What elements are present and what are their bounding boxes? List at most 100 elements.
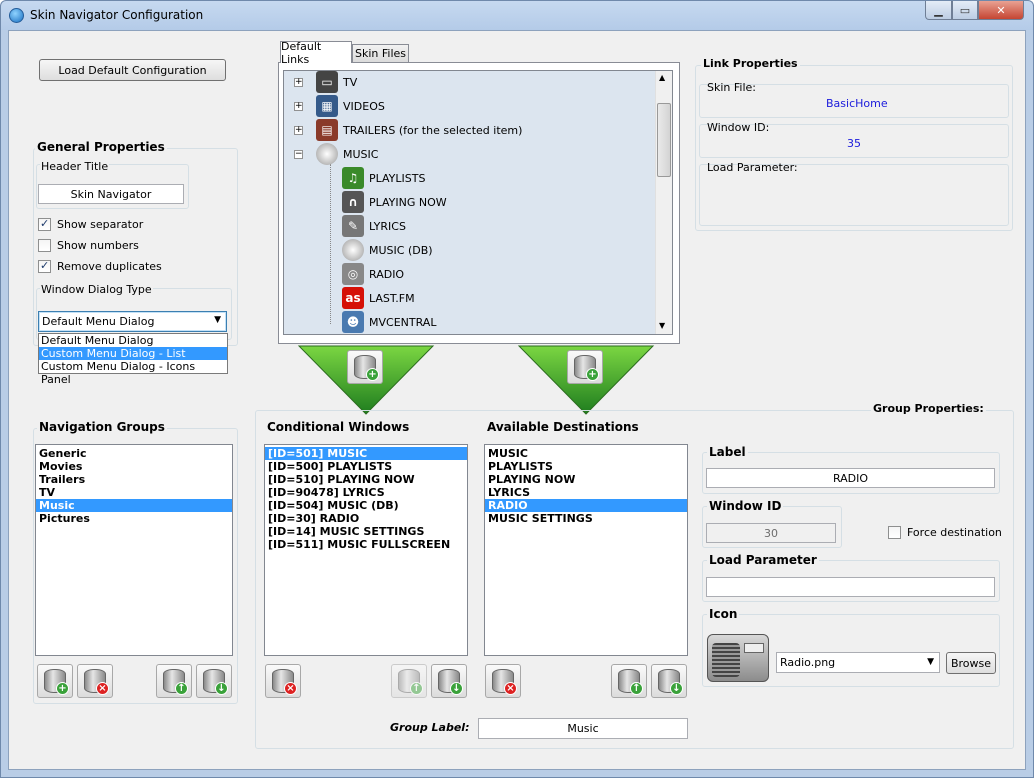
dialog-option[interactable]: Custom Menu Dialog - Icons Panel xyxy=(39,360,227,386)
add-to-destinations-button[interactable]: + xyxy=(567,350,603,384)
list-item-selected[interactable]: Music xyxy=(36,499,232,512)
load-parameter-title: Load Parameter xyxy=(707,553,819,567)
list-item[interactable]: MUSIC SETTINGS xyxy=(485,512,687,525)
mvcentral-icon: ☻ xyxy=(342,311,364,333)
list-item-selected[interactable]: RADIO xyxy=(485,499,687,512)
expand-icon[interactable]: + xyxy=(294,102,303,111)
database-icon: ↓ xyxy=(203,669,228,695)
list-item[interactable]: MUSIC xyxy=(485,447,687,460)
header-title-label: Header Title xyxy=(40,160,110,173)
list-item[interactable]: Movies xyxy=(36,460,232,473)
tree-item-music[interactable]: MUSIC xyxy=(316,143,378,165)
add-to-conditional-button[interactable]: + xyxy=(347,350,383,384)
tree-item-playing-now[interactable]: ∩ PLAYING NOW xyxy=(342,191,447,213)
browse-button[interactable]: Browse xyxy=(946,652,996,674)
trailers-icon: ▤ xyxy=(316,119,338,141)
remove-destination-button[interactable]: × xyxy=(485,664,521,698)
list-item[interactable]: Generic xyxy=(36,447,232,460)
remove-conditional-button[interactable]: × xyxy=(265,664,301,698)
window-id-value: 35 xyxy=(847,137,861,150)
move-conditional-up-button[interactable]: ↑ xyxy=(391,664,427,698)
tree-item-mvcentral[interactable]: ☻ MVCENTRAL xyxy=(342,311,436,333)
remove-duplicates-label: Remove duplicates xyxy=(57,260,162,273)
label-input[interactable]: RADIO xyxy=(706,468,995,488)
dialog-type-select[interactable]: Default Menu Dialog ▼ xyxy=(38,311,227,332)
tree-scrollbar[interactable]: ▲ ▼ xyxy=(655,71,672,334)
maximize-button[interactable]: ▭ xyxy=(952,1,978,20)
list-item[interactable]: PLAYLISTS xyxy=(485,460,687,473)
group-label-input[interactable]: Music xyxy=(478,718,688,739)
add-group-button[interactable]: + xyxy=(37,664,73,698)
remove-duplicates-checkbox[interactable] xyxy=(38,259,51,273)
expand-icon[interactable]: + xyxy=(294,126,303,135)
delete-icon: × xyxy=(96,682,109,695)
dialog-option-selected[interactable]: Custom Menu Dialog - List xyxy=(39,347,227,360)
scroll-thumb[interactable] xyxy=(657,103,671,177)
tree-item-lyrics[interactable]: ✎ LYRICS xyxy=(342,215,406,237)
film-icon: ▦ xyxy=(316,95,338,117)
group-label-label: Group Label: xyxy=(390,721,470,734)
speaker-icon xyxy=(342,239,364,261)
list-item[interactable]: [ID=500] PLAYLISTS xyxy=(265,460,467,473)
move-destination-down-button[interactable]: ↓ xyxy=(651,664,687,698)
list-item[interactable]: TV xyxy=(36,486,232,499)
remove-group-button[interactable]: × xyxy=(77,664,113,698)
tab-skin-files[interactable]: Skin Files xyxy=(352,44,409,62)
database-icon: ↓ xyxy=(658,669,683,695)
group-properties-title: Group Properties: xyxy=(871,402,986,415)
tree-item-radio[interactable]: ◎ RADIO xyxy=(342,263,404,285)
database-icon: × xyxy=(84,669,109,695)
force-destination-checkbox[interactable] xyxy=(888,526,901,539)
list-item[interactable]: Pictures xyxy=(36,512,232,525)
minimize-button[interactable]: ▁ xyxy=(925,1,952,20)
show-separator-checkbox[interactable] xyxy=(38,217,51,231)
move-destination-up-button[interactable]: ↑ xyxy=(611,664,647,698)
list-item[interactable]: [ID=14] MUSIC SETTINGS xyxy=(265,525,467,538)
list-item-selected[interactable]: [ID=501] MUSIC xyxy=(265,447,467,460)
database-icon: ↑ xyxy=(163,669,188,695)
move-group-up-button[interactable]: ↑ xyxy=(156,664,192,698)
dialog-type-label: Window Dialog Type xyxy=(40,283,153,296)
load-default-button[interactable]: Load Default Configuration xyxy=(39,59,226,81)
list-item[interactable]: LYRICS xyxy=(485,486,687,499)
dialog-option[interactable]: Default Menu Dialog xyxy=(39,334,227,347)
collapse-icon[interactable]: − xyxy=(294,150,303,159)
scroll-down-icon[interactable]: ▼ xyxy=(659,321,665,330)
icon-select[interactable]: Radio.png ▼ xyxy=(776,652,940,673)
tab-default-links[interactable]: Default Links xyxy=(280,40,352,66)
move-group-down-button[interactable]: ↓ xyxy=(196,664,232,698)
available-destinations-list[interactable]: MUSIC PLAYLISTS PLAYING NOW LYRICS RADIO… xyxy=(484,444,688,656)
tree-item-videos[interactable]: ▦ VIDEOS xyxy=(316,95,385,117)
scroll-up-icon[interactable]: ▲ xyxy=(659,73,665,82)
tree-item-music-db[interactable]: MUSIC (DB) xyxy=(342,239,433,261)
list-item[interactable]: [ID=90478] LYRICS xyxy=(265,486,467,499)
icon-title: Icon xyxy=(707,607,740,621)
navigation-groups-list[interactable]: Generic Movies Trailers TV Music Picture… xyxy=(35,444,233,656)
conditional-windows-list[interactable]: [ID=501] MUSIC [ID=500] PLAYLISTS [ID=51… xyxy=(264,444,468,656)
playlist-icon: ♫ xyxy=(342,167,364,189)
window-id-input[interactable]: 30 xyxy=(706,523,836,543)
list-item[interactable]: [ID=30] RADIO xyxy=(265,512,467,525)
label-title: Label xyxy=(707,445,748,459)
show-numbers-checkbox[interactable] xyxy=(38,239,51,252)
header-title-input[interactable]: Skin Navigator xyxy=(38,184,184,204)
tree-item-trailers[interactable]: ▤ TRAILERS (for the selected item) xyxy=(316,119,522,141)
tree-item-lastfm[interactable]: as LAST.FM xyxy=(342,287,415,309)
arrow-up-icon: ↑ xyxy=(630,682,643,695)
list-item[interactable]: [ID=510] PLAYING NOW xyxy=(265,473,467,486)
load-parameter-input[interactable] xyxy=(706,577,995,597)
navigation-groups-title: Navigation Groups xyxy=(37,420,167,434)
tree-item-playlists[interactable]: ♫ PLAYLISTS xyxy=(342,167,425,189)
list-item[interactable]: [ID=504] MUSIC (DB) xyxy=(265,499,467,512)
move-conditional-down-button[interactable]: ↓ xyxy=(431,664,467,698)
close-button[interactable]: ✕ xyxy=(978,1,1024,20)
plus-icon: + xyxy=(586,368,599,381)
list-item[interactable]: Trailers xyxy=(36,473,232,486)
delete-icon: × xyxy=(284,682,297,695)
database-icon: × xyxy=(492,669,517,695)
expand-icon[interactable]: + xyxy=(294,78,303,87)
list-item[interactable]: PLAYING NOW xyxy=(485,473,687,486)
lastfm-icon: as xyxy=(342,287,364,309)
tree-item-tv[interactable]: ▭ TV xyxy=(316,71,357,93)
list-item[interactable]: [ID=511] MUSIC FULLSCREEN xyxy=(265,538,467,551)
